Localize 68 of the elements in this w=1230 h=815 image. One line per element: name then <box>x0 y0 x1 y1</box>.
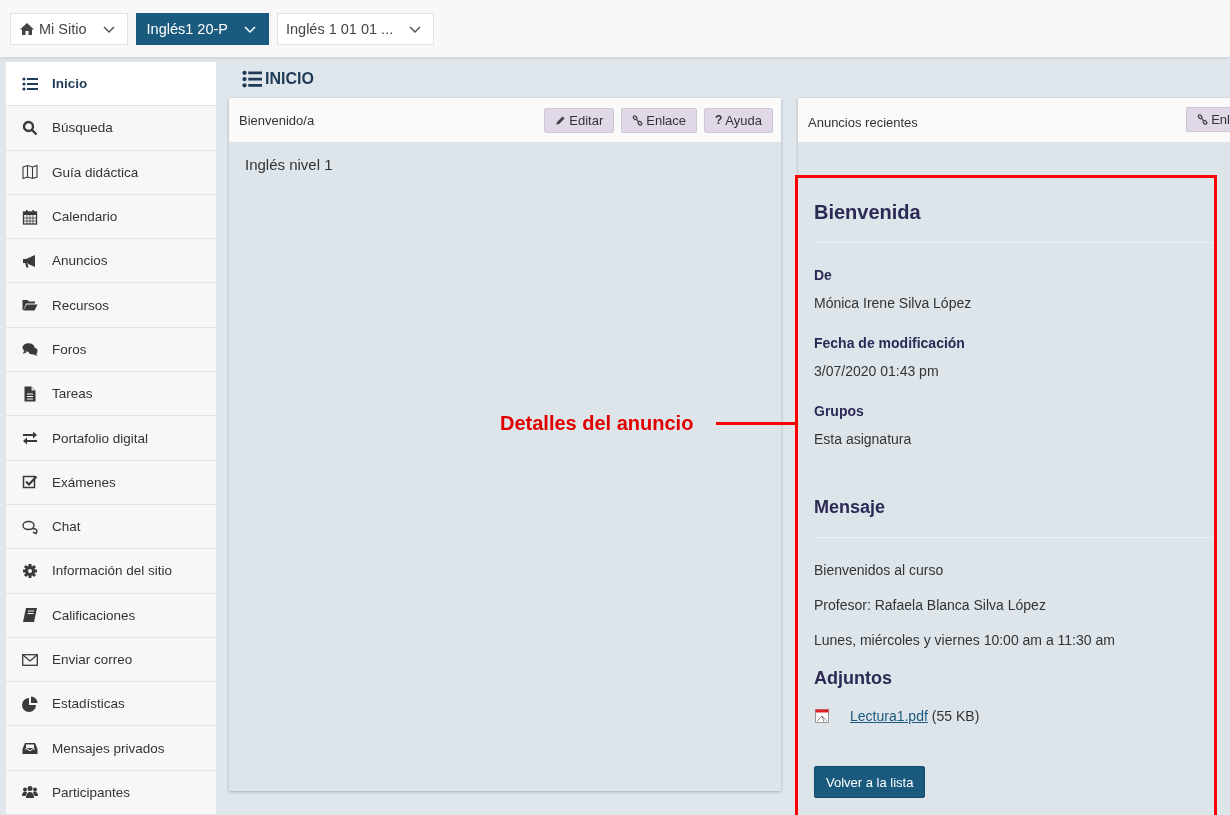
link-icon <box>1197 113 1209 125</box>
sidebar-item[interactable]: Chat <box>6 504 216 550</box>
site-dropdown[interactable]: Inglés1 20-P <box>135 12 269 45</box>
pencil-icon <box>555 114 567 126</box>
sidebar-item[interactable]: Estadísticas <box>6 682 216 727</box>
tool-button[interactable]: Enl <box>1186 106 1230 132</box>
section-heading: Adjuntos <box>814 667 893 690</box>
gear-icon <box>22 562 38 579</box>
message-line: Bienvenidos al curso <box>814 561 945 580</box>
list-icon <box>22 75 38 92</box>
sidebar-item[interactable]: Búsqueda <box>6 106 216 151</box>
sidebar-item[interactable]: Portafolio digital <box>6 416 216 461</box>
field-label: Fecha de modificación <box>814 334 966 353</box>
callout-label: Detalles del anuncio <box>500 411 694 436</box>
sidebar-item[interactable]: Recursos <box>6 283 216 328</box>
panel-title: Anuncios recientes <box>808 114 918 130</box>
sidebar-item[interactable]: Foros <box>6 327 216 373</box>
message-line: Lunes, miércoles y viernes 10:00 am a 11:30 am <box>814 631 1116 650</box>
checkbox-icon <box>22 474 38 491</box>
field-label: De <box>814 266 833 285</box>
calendar-icon <box>22 208 38 225</box>
file-size: (55 KB) <box>931 707 980 726</box>
sidebar-item[interactable]: Calificaciones <box>6 593 216 638</box>
chat-bubbles-icon <box>22 518 38 535</box>
sidebar-item[interactable]: Anuncios <box>6 239 216 284</box>
search-icon <box>22 119 38 136</box>
site-dropdown[interactable]: Mi Sitio <box>10 12 128 45</box>
back-button[interactable]: Volver a la lista <box>814 766 926 798</box>
document-icon <box>22 385 38 402</box>
book-icon <box>22 607 38 624</box>
sidebar-item[interactable]: Tareas <box>6 372 216 417</box>
sidebar-item[interactable]: Participantes <box>6 770 216 815</box>
sidebar-item[interactable]: Enviar correo <box>6 637 216 683</box>
link-icon <box>632 114 644 126</box>
welcome-text: Inglés nivel 1 <box>245 156 333 173</box>
inbox-icon <box>22 740 38 757</box>
site-dropdown[interactable]: Inglés 1 01 01 ... <box>276 12 435 45</box>
pdf-file-icon <box>814 707 830 725</box>
pie-chart-icon <box>22 695 38 712</box>
announcement-title: Bienvenida <box>814 200 922 225</box>
field-label: Grupos <box>814 402 865 421</box>
field-value: Mónica Irene Silva López <box>814 294 973 313</box>
chat-bubbles-icon <box>22 341 38 358</box>
sidebar-item[interactable]: Guía didáctica <box>6 150 216 195</box>
panel-title: Bienvenido/a <box>239 112 315 128</box>
tool-button[interactable]: Editar <box>544 107 615 133</box>
list-icon <box>241 68 263 89</box>
field-value: Esta asignatura <box>814 430 913 449</box>
section-heading: Mensaje <box>814 496 887 519</box>
megaphone-icon <box>22 252 38 269</box>
attachment-link[interactable]: Lectura1.pdf <box>850 706 928 726</box>
sidebar-item[interactable]: Mensajes privados <box>6 726 216 771</box>
home-icon <box>19 20 35 37</box>
sidebar-item[interactable]: Exámenes <box>6 460 216 505</box>
sidebar-item[interactable]: Inicio <box>6 62 216 107</box>
tool-button[interactable]: ? Ayuda <box>704 107 773 133</box>
sidebar-item[interactable]: Calendario <box>6 194 216 240</box>
sidebar-item[interactable]: Información del sitio <box>6 549 216 594</box>
page-title: INICIO <box>265 69 314 88</box>
envelope-icon <box>22 651 38 668</box>
field-value: 3/07/2020 01:43 pm <box>814 362 940 381</box>
people-icon <box>22 784 38 801</box>
question-icon: ? <box>715 113 723 127</box>
message-line: Profesor: Rafaela Blanca Silva López <box>814 596 1047 615</box>
arrows-icon <box>22 430 38 446</box>
map-icon <box>22 164 38 181</box>
tool-button[interactable]: Enlace <box>621 107 697 133</box>
folder-icon <box>22 297 38 314</box>
